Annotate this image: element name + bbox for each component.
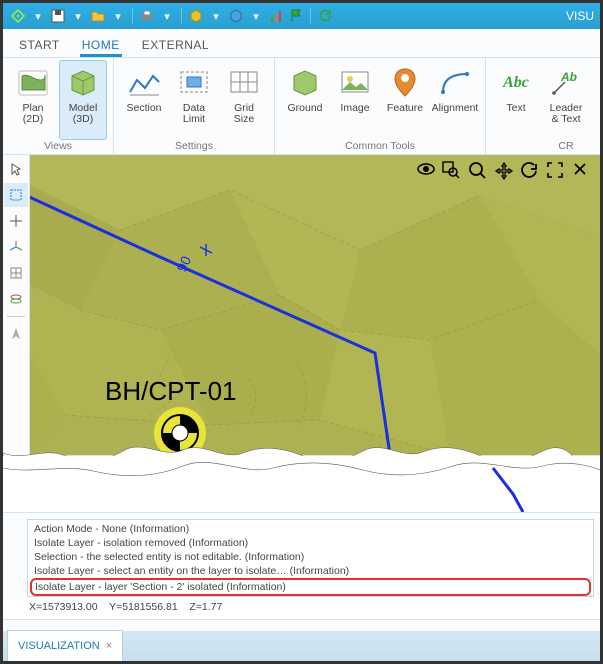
alignment-label: Alignment [432,103,479,127]
log-line: Isolate Layer - select an entity on the … [34,564,587,578]
feature-label: Feature [387,103,423,127]
log-line: Selection - the selected entity is not e… [34,550,587,564]
text-button[interactable]: AbcText [492,60,540,140]
image-button[interactable]: Image [331,60,379,140]
point-button[interactable]: Point [592,60,603,140]
north-icon[interactable] [4,322,28,346]
refresh-icon[interactable] [316,7,334,25]
print-icon[interactable] [138,7,156,25]
model-3d-label: Model (3D) [62,103,104,127]
leader-text-label: Leader & Text [545,103,587,127]
open-icon[interactable] [89,7,107,25]
views-caption: Views [9,140,107,154]
crosshair-icon[interactable] [4,209,28,233]
close-tab-icon[interactable]: × [106,640,112,652]
svg-text:Ab: Ab [560,70,577,84]
status-bar: X=1573913.00 Y=5181556.81 Z=1.77 [3,599,600,620]
data-limit-button[interactable]: Data Limit [170,60,218,140]
dropdown-icon[interactable]: ▾ [109,7,127,25]
section-label: Section [126,103,161,127]
cube-blue-icon[interactable] [227,7,245,25]
cr-caption: CR [492,140,603,154]
data-limit-label: Data Limit [173,103,215,127]
section-button[interactable]: Section [120,60,168,140]
dropdown-icon[interactable]: ▾ [207,7,225,25]
extents-icon[interactable] [546,161,566,181]
eye-icon[interactable] [416,161,436,181]
dropdown-icon[interactable]: ▾ [29,7,47,25]
tab-start[interactable]: START [17,32,62,57]
dropdown-icon[interactable]: ▾ [69,7,87,25]
cube-yellow-icon[interactable] [187,7,205,25]
pointer-icon[interactable] [4,157,28,181]
log-line-highlighted: Isolate Layer - layer 'Section - 2' isol… [30,578,591,596]
dropdown-icon[interactable]: ▾ [247,7,265,25]
vertical-toolbar [3,155,30,455]
ground-button[interactable]: Ground [281,60,329,140]
quick-access-toolbar: ▾ ▾ ▾ ▾ ▾ ▾ [9,7,334,25]
zoom-icon[interactable] [468,161,488,181]
plan-2d-label: Plan (2D) [12,103,54,127]
alignment-button[interactable]: Alignment [431,60,479,140]
profile-strip [3,456,600,513]
borehole-label: BH/CPT-01 [105,376,237,406]
title-bar: ▾ ▾ ▾ ▾ ▾ ▾ VISU [3,3,600,29]
view-toolbar [416,161,592,181]
orbit-icon[interactable] [520,161,540,181]
flag-icon[interactable] [287,7,305,25]
leader-text-button[interactable]: Ab Leader & Text [542,60,590,140]
document-tabs: VISUALIZATION × [3,631,600,661]
log-line: Isolate Layer - isolation removed (Infor… [34,536,587,550]
text-label: Text [506,103,525,127]
doc-tab-visualization[interactable]: VISUALIZATION × [7,630,123,661]
group-views: Plan (2D) Model (3D) Views [3,58,114,154]
group-annotate: AbcText Ab Leader & Text Point CR [486,58,603,154]
log-panel: Action Mode - None (Information) Isolate… [27,519,594,597]
grid-size-button[interactable]: Grid Size [220,60,268,140]
image-label: Image [340,103,369,127]
zoom-window-icon[interactable] [442,161,462,181]
axes-icon[interactable] [4,235,28,259]
chart-icon[interactable] [267,7,285,25]
layers-icon[interactable] [4,287,28,311]
doc-tab-label: VISUALIZATION [18,640,100,652]
save-icon[interactable] [49,7,67,25]
grid-icon[interactable] [4,261,28,285]
marquee-icon[interactable] [4,183,28,207]
ribbon-tabs: START HOME EXTERNAL [3,29,600,58]
feature-button[interactable]: Feature [381,60,429,140]
common-tools-caption: Common Tools [281,140,479,154]
dropdown-icon[interactable]: ▾ [158,7,176,25]
status-x: X=1573913.00 [29,601,98,613]
log-line: Action Mode - None (Information) [34,522,587,536]
app-icon [9,7,27,25]
ground-label: Ground [287,103,322,127]
model-3d-button[interactable]: Model (3D) [59,60,107,140]
pan-icon[interactable] [494,161,514,181]
3d-viewport[interactable]: 90 BH/CPT-01 [30,155,600,455]
settings-caption: Settings [120,140,268,154]
canvas-area: 90 BH/CPT-01 [3,155,600,456]
tab-external[interactable]: EXTERNAL [140,32,211,57]
status-z: Z=1.77 [189,601,222,613]
ribbon: Plan (2D) Model (3D) Views Section Data … [3,58,600,155]
tab-home[interactable]: HOME [80,32,122,57]
close-icon[interactable] [572,161,592,181]
group-settings: Section Data Limit Grid Size Settings [114,58,275,154]
status-y: Y=5181556.81 [109,601,178,613]
group-common-tools: Ground Image Feature Alignment Common To… [275,58,486,154]
plan-2d-button[interactable]: Plan (2D) [9,60,57,140]
app-title: VISU [566,9,594,23]
grid-size-label: Grid Size [223,103,265,127]
